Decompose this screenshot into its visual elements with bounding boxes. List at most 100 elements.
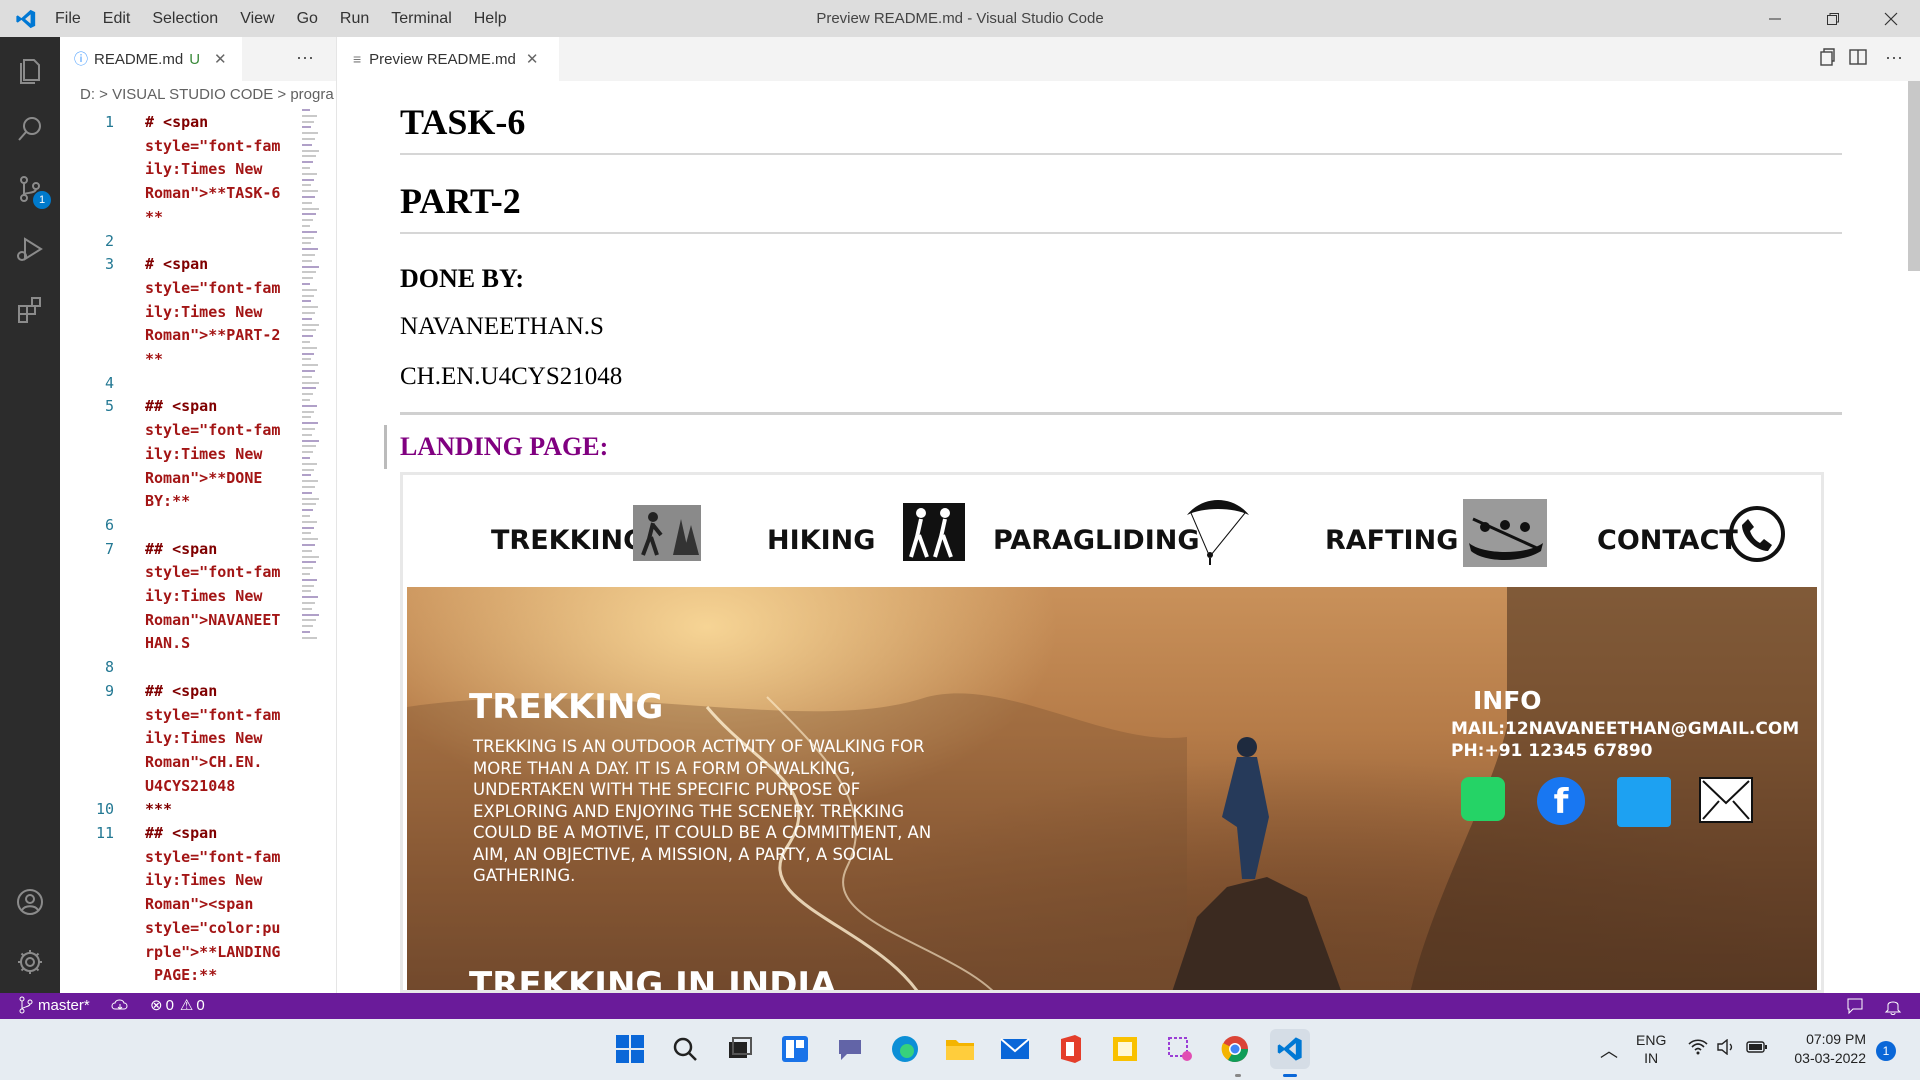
teams-chat-button[interactable] bbox=[830, 1029, 870, 1069]
start-button[interactable] bbox=[610, 1029, 650, 1069]
sync-icon[interactable] bbox=[110, 997, 130, 1017]
office-icon bbox=[1061, 1035, 1081, 1063]
search-button[interactable] bbox=[0, 101, 60, 157]
mail-button[interactable] bbox=[995, 1029, 1035, 1069]
split-editor-icon[interactable] bbox=[1848, 47, 1868, 72]
focus-indicator bbox=[384, 425, 387, 469]
line-number: 10 bbox=[95, 800, 114, 819]
author-name: NAVANEETHAN.S bbox=[400, 313, 604, 340]
facebook-icon: f bbox=[1537, 777, 1585, 825]
show-hidden-icons-button[interactable]: ︿ bbox=[1600, 1037, 1618, 1063]
tab-readme-md[interactable]: ⓘ README.md U ✕ bbox=[60, 37, 242, 81]
battery-icon[interactable] bbox=[1746, 1040, 1768, 1059]
preview-scrollbar[interactable] bbox=[1908, 81, 1920, 271]
title-bar: File Edit Selection View Go Run Terminal… bbox=[0, 0, 1920, 37]
menu-go[interactable]: Go bbox=[286, 0, 329, 37]
search-icon bbox=[673, 1037, 697, 1061]
line-number: 7 bbox=[104, 539, 114, 558]
menu-edit[interactable]: Edit bbox=[92, 0, 142, 37]
app-button-yellow[interactable] bbox=[1105, 1029, 1145, 1069]
heading-part: PART-2 bbox=[400, 181, 521, 221]
code-line: BY:** bbox=[145, 492, 191, 511]
code-area[interactable]: 1 # <span style="font-fam ily:Times New Roma… bbox=[60, 109, 300, 993]
code-line: Roman">**PART-2 bbox=[145, 326, 281, 345]
snipping-tool-button[interactable] bbox=[1160, 1029, 1200, 1069]
mail-icon bbox=[1000, 1038, 1030, 1059]
taskbar-search-button[interactable] bbox=[665, 1029, 705, 1069]
code-line: style="font-fam bbox=[145, 278, 281, 297]
menu-selection[interactable]: Selection bbox=[141, 0, 229, 37]
widgets-button[interactable] bbox=[775, 1029, 815, 1069]
more-actions-icon[interactable]: ··· bbox=[296, 47, 314, 68]
code-line: style="color:pu bbox=[145, 918, 281, 937]
menu-run[interactable]: Run bbox=[329, 0, 380, 37]
twitter-icon bbox=[1617, 777, 1671, 827]
vscode-logo-icon bbox=[8, 1, 44, 37]
warning-count: 0 bbox=[196, 996, 205, 1014]
notification-badge[interactable]: 1 bbox=[1876, 1041, 1896, 1061]
chat-icon bbox=[839, 1040, 861, 1060]
accounts-button[interactable] bbox=[0, 874, 60, 930]
explorer-button[interactable] bbox=[0, 41, 60, 97]
widgets-icon bbox=[782, 1036, 808, 1062]
run-debug-button[interactable] bbox=[0, 221, 60, 277]
source-control-button[interactable]: 1 bbox=[0, 161, 60, 217]
task-view-icon bbox=[729, 1037, 752, 1058]
info-phone: PH:+91 12345 67890 bbox=[1451, 741, 1653, 761]
close-window-button[interactable] bbox=[1862, 0, 1920, 37]
file-explorer-button[interactable] bbox=[940, 1029, 980, 1069]
line-number: 2 bbox=[104, 231, 114, 250]
landing-nav: TREKKING HIKING PARAGLIDING RAFTING CONT… bbox=[403, 475, 1821, 587]
code-line: ily:Times New bbox=[145, 587, 263, 605]
error-count: 0 bbox=[165, 996, 174, 1014]
tab-preview-readme[interactable]: ≡ Preview README.md ✕ bbox=[337, 37, 559, 81]
feedback-icon[interactable] bbox=[1846, 997, 1864, 1019]
nav-trekking: TREKKING bbox=[491, 525, 646, 556]
menu-view[interactable]: View bbox=[229, 0, 285, 37]
heading-rule bbox=[400, 232, 1842, 234]
heading-landing-page: LANDING PAGE: bbox=[400, 432, 609, 461]
code-line: Roman">NAVANEET bbox=[145, 610, 281, 629]
restore-icon bbox=[1827, 12, 1839, 25]
minimap[interactable] bbox=[300, 109, 319, 649]
vscode-taskbar-button[interactable] bbox=[1270, 1029, 1310, 1069]
wifi-icon[interactable] bbox=[1688, 1039, 1708, 1060]
activity-bar: 1 bbox=[0, 37, 60, 993]
tab-preview-label: Preview README.md bbox=[369, 50, 516, 68]
source-control-badge: 1 bbox=[33, 191, 51, 209]
notifications-bell-icon[interactable] bbox=[1884, 997, 1902, 1019]
info-title: INFO bbox=[1473, 686, 1542, 715]
chrome-button[interactable] bbox=[1215, 1029, 1255, 1069]
clock[interactable]: 07:09 PM 03-03-2022 bbox=[1780, 1030, 1866, 1068]
menu-file[interactable]: File bbox=[44, 0, 92, 37]
close-tab-icon[interactable]: ✕ bbox=[214, 50, 227, 68]
menu-terminal[interactable]: Terminal bbox=[380, 0, 462, 37]
folder-icon bbox=[946, 1040, 974, 1060]
minimize-button[interactable] bbox=[1746, 0, 1804, 37]
office-button[interactable] bbox=[1050, 1029, 1090, 1069]
taskbar: ︿ ENG IN 07:09 PM 03-03-2022 1 bbox=[0, 1019, 1920, 1080]
volume-icon[interactable] bbox=[1716, 1038, 1736, 1060]
problems-indicator[interactable]: ⊗ 0 ⚠ 0 bbox=[150, 996, 205, 1015]
language-indicator[interactable]: ENG IN bbox=[1636, 1031, 1666, 1067]
task-view-button[interactable] bbox=[720, 1029, 760, 1069]
close-tab-icon[interactable]: ✕ bbox=[526, 50, 539, 68]
menu-help[interactable]: Help bbox=[463, 0, 518, 37]
breadcrumb[interactable]: D: > VISUAL STUDIO CODE > progra bbox=[60, 81, 336, 109]
settings-button[interactable] bbox=[0, 934, 60, 990]
hero-description-line: EXPLORING AND ENJOYING THE SCENERY. TREK… bbox=[473, 801, 905, 821]
code-line: style="font-fam bbox=[145, 705, 281, 724]
gear-icon bbox=[18, 950, 42, 974]
line-number: 1 bbox=[104, 113, 114, 131]
code-line: ily:Times New bbox=[145, 444, 263, 463]
restore-button[interactable] bbox=[1804, 0, 1862, 37]
code-line: Roman"><span bbox=[145, 895, 254, 914]
extensions-button[interactable] bbox=[0, 281, 60, 337]
code-line: style="font-fam bbox=[145, 563, 281, 582]
more-actions-icon[interactable]: ··· bbox=[1885, 47, 1903, 68]
status-bar: master* ⊗ 0 ⚠ 0 bbox=[0, 993, 1920, 1019]
open-source-icon[interactable] bbox=[1817, 47, 1837, 72]
code-line: Roman">**DONE bbox=[145, 468, 263, 487]
edge-button[interactable] bbox=[885, 1029, 925, 1069]
branch-indicator[interactable]: master* bbox=[18, 996, 90, 1014]
